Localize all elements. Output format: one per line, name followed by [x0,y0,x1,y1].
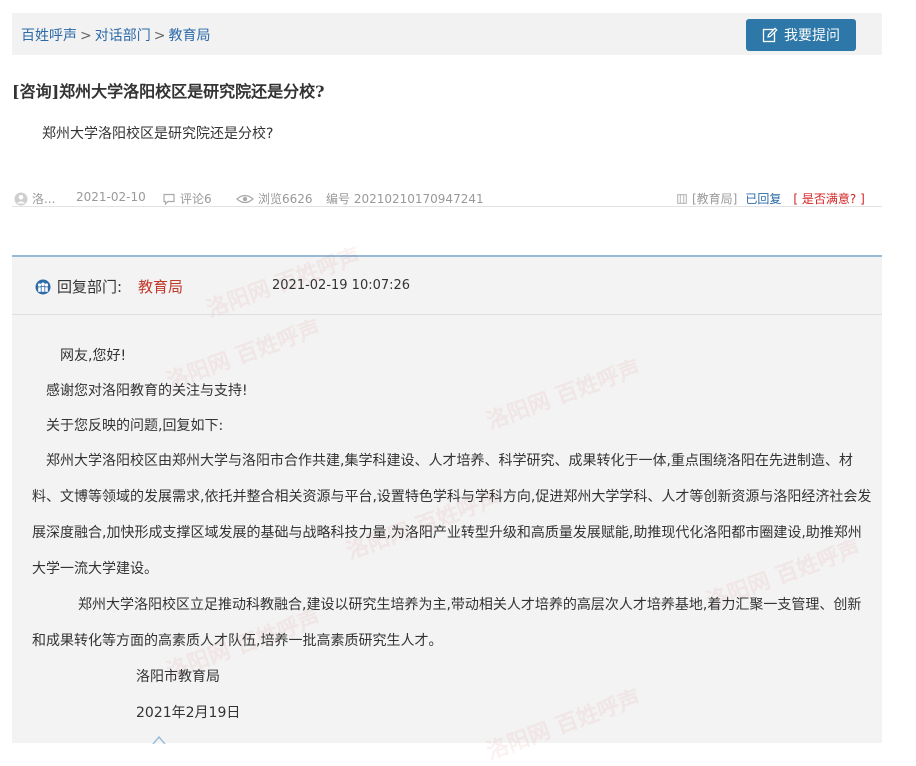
reply-sign-date: 2021年2月19日 [136,705,241,721]
meta-number: 编号 20210210170947241 [326,190,484,207]
breadcrumb-link-departments[interactable]: 对话部门 [95,28,151,44]
meta-status[interactable]: 已回复 [745,190,781,207]
meta-views: 浏览6626 [236,190,313,207]
reply-paragraph-1: 郑州大学洛阳校区由郑州大学与洛阳市合作共建,集学科建设、人才培养、科学研究、成果… [32,453,872,577]
reply-section: 洛阳网 百姓呼声 洛阳网 百姓呼声 洛阳网 百姓呼声 洛阳网 百姓呼声 洛阳网 … [12,243,882,765]
ask-question-button[interactable]: 我要提问 [746,19,856,51]
meta-author: 洛... [14,190,55,207]
reply-department-label: 回复部门: [57,278,123,296]
meta-author-name: 洛... [32,192,56,206]
breadcrumb: 百姓呼声 > 对话部门 > 教育局 [21,25,210,45]
reply-signature: 洛阳市教育局 [136,669,220,685]
question-meta: 洛... 2021-02-10 评论6 浏览6626 编号 2021021017… [12,180,882,207]
user-icon [14,192,28,205]
edit-icon [762,27,778,43]
question-title: [咨询]郑州大学洛阳校区是研究院还是分校? [12,82,325,101]
breadcrumb-link-home[interactable]: 百姓呼声 [21,28,77,44]
reply-intro: 关于您反映的问题,回复如下: [46,418,224,434]
reply-greeting: 网友,您好! [60,348,127,364]
meta-number-text: 编号 20210210170947241 [326,192,484,206]
comment-icon [163,193,175,205]
ask-question-label: 我要提问 [784,28,840,44]
meta-comments-text: 评论6 [180,192,212,206]
meta-date: 2021-02-10 [76,190,146,204]
breadcrumb-separator: > [153,28,166,44]
meta-department: [教育局] 已回复 [ 是否满意? ] [676,190,865,207]
eye-icon [236,194,254,203]
building-icon [677,193,687,204]
reply-department-name: 教育局 [138,278,184,296]
reply-thanks: 感谢您对洛阳教育的关注与支持! [46,383,248,399]
meta-comments[interactable]: 评论6 [162,190,212,207]
question-body: 郑州大学洛阳校区是研究院还是分校? [42,126,274,142]
meta-views-text: 浏览6626 [258,192,313,206]
breadcrumb-separator: > [80,28,92,44]
reply-header: 回复部门: 教育局 2021-02-19 10:07:26 [12,257,882,315]
meta-satisfaction-link[interactable]: [ 是否满意? ] [793,190,864,207]
breadcrumb-bar: 百姓呼声 > 对话部门 > 教育局 我要提问 [12,13,882,55]
reply-paragraph-2: 郑州大学洛阳校区立足推动科教融合,建设以研究生培养为主,带动相关人才培养的高层次… [32,597,862,649]
meta-department-text: [教育局] [692,192,738,206]
reply-time: 2021-02-19 10:07:26 [272,278,411,293]
breadcrumb-link-education[interactable]: 教育局 [168,28,210,44]
department-icon [35,279,51,295]
meta-date-text: 2021-02-10 [76,190,146,204]
